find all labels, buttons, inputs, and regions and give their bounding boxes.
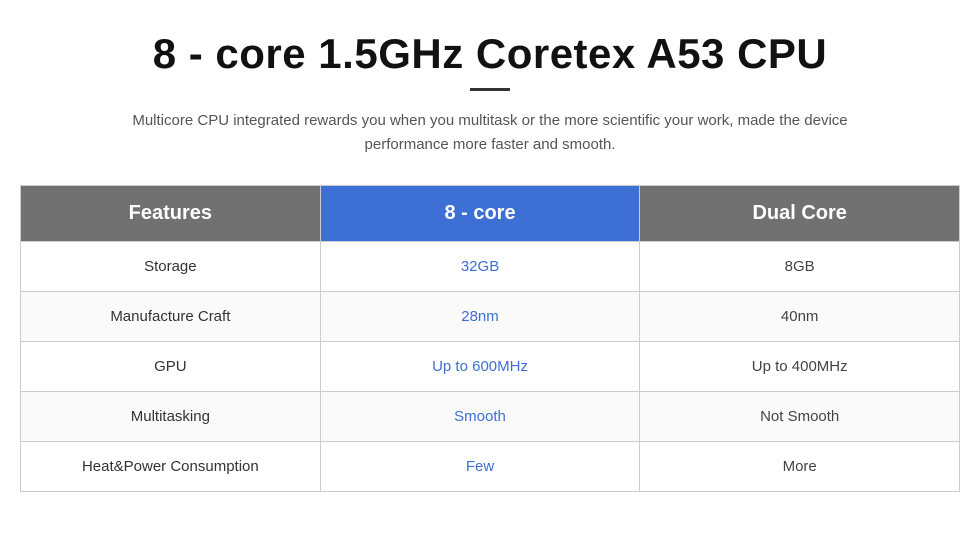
title-divider xyxy=(470,88,510,91)
col-header-eightcore: 8 - core xyxy=(320,186,640,242)
cell-dualcore-4: More xyxy=(640,442,960,492)
cell-eightcore-1: 28nm xyxy=(320,292,640,342)
cell-feature-0: Storage xyxy=(21,242,321,292)
cell-feature-3: Multitasking xyxy=(21,392,321,442)
table-row: MultitaskingSmoothNot Smooth xyxy=(21,392,960,442)
cell-dualcore-0: 8GB xyxy=(640,242,960,292)
comparison-table: Features 8 - core Dual Core Storage32GB8… xyxy=(20,185,960,492)
col-header-dualcore: Dual Core xyxy=(640,186,960,242)
page-subtitle: Multicore CPU integrated rewards you whe… xyxy=(100,109,880,157)
table-row: Manufacture Craft28nm40nm xyxy=(21,292,960,342)
page-title: 8 - core 1.5GHz Coretex A53 CPU xyxy=(153,30,828,78)
table-row: Storage32GB8GB xyxy=(21,242,960,292)
cell-dualcore-1: 40nm xyxy=(640,292,960,342)
cell-feature-2: GPU xyxy=(21,342,321,392)
cell-eightcore-3: Smooth xyxy=(320,392,640,442)
cell-dualcore-3: Not Smooth xyxy=(640,392,960,442)
cell-feature-1: Manufacture Craft xyxy=(21,292,321,342)
cell-eightcore-0: 32GB xyxy=(320,242,640,292)
col-header-features: Features xyxy=(21,186,321,242)
cell-feature-4: Heat&Power Consumption xyxy=(21,442,321,492)
cell-dualcore-2: Up to 400MHz xyxy=(640,342,960,392)
cell-eightcore-4: Few xyxy=(320,442,640,492)
cell-eightcore-2: Up to 600MHz xyxy=(320,342,640,392)
table-row: Heat&Power ConsumptionFewMore xyxy=(21,442,960,492)
table-row: GPUUp to 600MHzUp to 400MHz xyxy=(21,342,960,392)
